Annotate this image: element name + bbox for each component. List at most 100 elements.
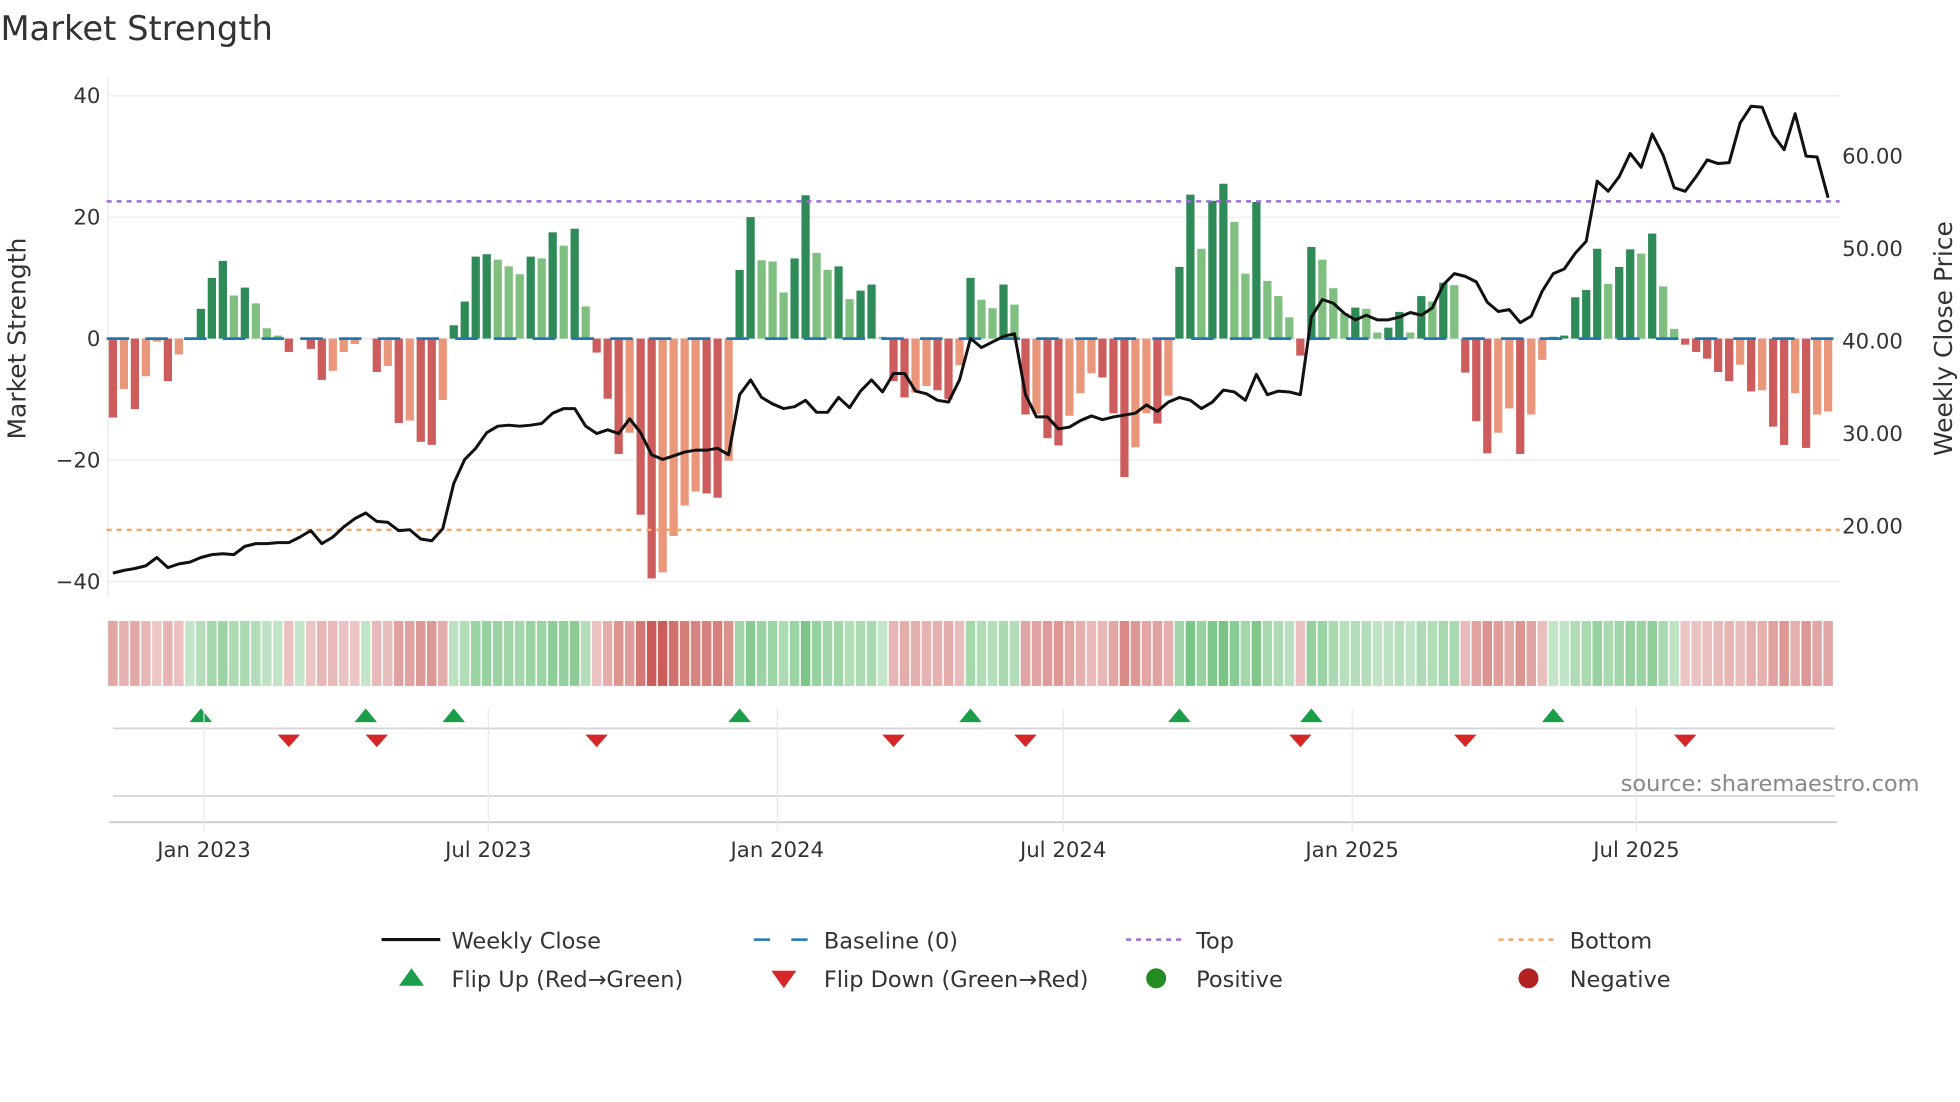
positive-bar: [262, 328, 271, 339]
positive-bar: [1230, 222, 1239, 339]
strip-cell: [196, 620, 206, 686]
strip-cell: [921, 620, 932, 686]
negative-bar: [108, 338, 118, 418]
negative-bar: [1131, 338, 1140, 448]
strip-cell: [207, 620, 217, 686]
strip-cell: [1306, 620, 1317, 686]
legend-item: Bottom: [1498, 928, 1652, 954]
negative-bar: [1758, 338, 1767, 391]
strip-cell: [503, 620, 514, 686]
legend-label: Negative: [1570, 967, 1671, 993]
strip-cell: [119, 620, 129, 686]
strip-cell: [262, 620, 272, 686]
strip-cell: [613, 620, 624, 686]
strip-cell: [328, 620, 338, 686]
negative-bar: [1120, 338, 1129, 478]
strength-bars: [108, 183, 1833, 579]
strip-cell: [789, 620, 800, 686]
strip-cell: [1537, 620, 1547, 686]
strip-cell: [690, 620, 701, 686]
legend-item: Flip Up (Red→Green): [399, 967, 683, 993]
positive-bar: [207, 277, 216, 339]
positive-bar: [988, 308, 997, 339]
strip-cell: [998, 620, 1009, 686]
positive-bar: [1351, 307, 1360, 339]
positive-bar: [1384, 327, 1393, 339]
strip-cell: [1614, 620, 1624, 686]
strip-cell: [1427, 620, 1438, 686]
positive-bar: [1626, 249, 1635, 339]
strip-cell: [1757, 620, 1767, 686]
positive-bar: [966, 277, 975, 339]
strip-cell: [800, 620, 811, 686]
flip-markers-panel: [112, 708, 1835, 797]
strip-cell: [822, 620, 833, 686]
strip-cell: [448, 620, 459, 686]
strip-cell: [1790, 620, 1800, 686]
x-tick-label: Jan 2023: [155, 838, 251, 863]
positive-bar: [1571, 297, 1580, 339]
positive-bar: [867, 284, 876, 339]
legend: Weekly Close Baseline (0) Top Bottom Flip Up…: [381, 928, 1671, 993]
x-tick-label: Jul 2025: [1591, 838, 1679, 863]
strip-cell: [273, 620, 283, 686]
legend-label: Baseline (0): [824, 928, 958, 954]
strip-cell: [602, 620, 613, 686]
negative-bar: [394, 338, 403, 424]
strip-cell: [185, 620, 195, 686]
negative-bar: [944, 338, 953, 400]
strip-cell: [1086, 620, 1097, 686]
chart-title: Market Strength: [0, 9, 272, 48]
strip-cell: [1691, 620, 1701, 686]
positive-bar: [757, 260, 766, 339]
positive-bar: [1208, 200, 1217, 339]
negative-bar: [1109, 338, 1118, 414]
strip-cell: [1504, 620, 1515, 686]
strip-cell: [668, 620, 679, 686]
strip-cell: [1581, 620, 1591, 686]
y2-tick-label: 30.00: [1842, 422, 1903, 447]
flip-down-marker: [585, 734, 608, 748]
strip-cell: [240, 620, 250, 686]
strip-cell: [405, 620, 415, 686]
strip-cell: [888, 620, 899, 686]
y-axis-label: Market Strength: [2, 238, 31, 440]
strip-cell: [1075, 620, 1086, 686]
legend-item: Negative: [1518, 967, 1671, 993]
positive-bar: [1252, 201, 1261, 339]
positive-bar: [1285, 317, 1294, 339]
positive-bar: [460, 301, 469, 339]
positive-bar: [1186, 194, 1195, 339]
strip-cell: [536, 620, 547, 686]
strip-cell: [1042, 620, 1053, 686]
strip-cell: [756, 620, 767, 686]
negative-bar: [922, 338, 931, 386]
negative-bar: [1098, 338, 1107, 378]
positive-bar: [735, 269, 744, 339]
x-tick-label: Jul 2024: [1018, 838, 1106, 863]
negative-bar: [1472, 338, 1481, 422]
positive-bar: [1417, 296, 1426, 339]
positive-bar: [1219, 183, 1228, 339]
strip-cell: [141, 620, 151, 686]
strip-cell: [1515, 620, 1526, 686]
strip-cell: [1471, 620, 1482, 686]
strip-cell: [1174, 620, 1185, 686]
flip-down-marker: [1673, 734, 1697, 748]
negative-bar: [955, 338, 964, 366]
negative-bar: [1065, 338, 1074, 416]
strip-cell: [932, 620, 943, 686]
negative-bar: [339, 338, 348, 352]
strip-cell: [1328, 620, 1339, 686]
negative-bar: [1527, 338, 1536, 415]
positive-bar: [801, 195, 810, 339]
strip-cell: [427, 620, 437, 686]
strip-cell: [1438, 620, 1449, 686]
positive-bar: [1263, 280, 1272, 339]
strip-cell: [383, 620, 393, 686]
strip-cell: [569, 620, 580, 686]
strip-cell: [306, 620, 316, 686]
negative-bar: [1043, 338, 1052, 439]
y-tick-label: 40: [73, 84, 100, 109]
strip-cell: [844, 620, 855, 686]
